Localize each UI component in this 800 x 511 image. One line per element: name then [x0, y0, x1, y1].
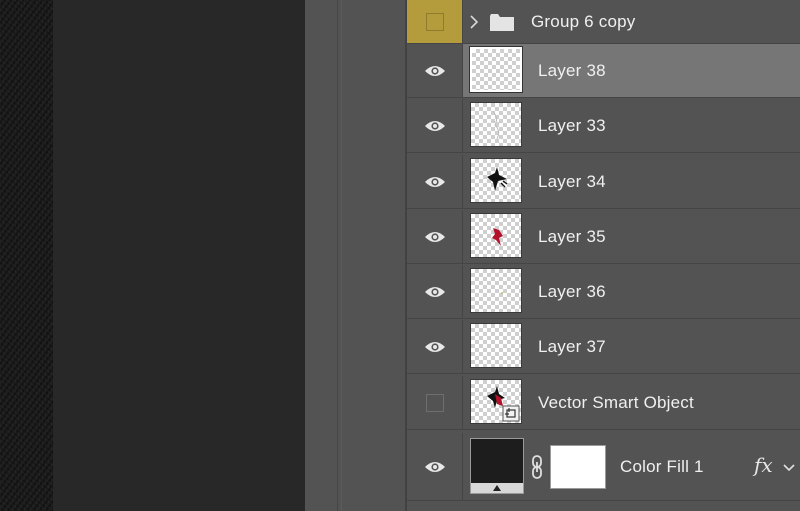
- layer-row[interactable]: Layer 33: [407, 99, 800, 153]
- layer-name: Layer 36: [538, 281, 606, 301]
- chain-link-icon[interactable]: [531, 455, 543, 484]
- layer-name: Layer 35: [538, 226, 606, 246]
- eye-icon: [424, 340, 446, 354]
- visibility-off-box: [425, 393, 444, 412]
- group-name: Group 6 copy: [531, 11, 636, 31]
- group-visibility-toggle[interactable]: [407, 0, 463, 43]
- layer-row[interactable]: Layer 38: [407, 44, 800, 98]
- layer-content[interactable]: Layer 34: [463, 155, 800, 208]
- visibility-toggle[interactable]: [407, 265, 463, 318]
- folder-icon: [489, 12, 515, 37]
- group-content[interactable]: Group 6 copy: [463, 0, 800, 43]
- chevron-down-icon[interactable]: [783, 459, 795, 477]
- chevron-right-icon[interactable]: [469, 14, 479, 35]
- layer-group-row[interactable]: Group 6 copy: [407, 0, 800, 44]
- layer-row[interactable]: Layer 37: [407, 320, 800, 374]
- layer-row[interactable]: Layer 35: [407, 210, 800, 264]
- layer-name: Layer 37: [538, 336, 606, 356]
- eye-icon: [424, 175, 446, 189]
- layer-name: Vector Smart Object: [538, 392, 694, 412]
- layer-name: Layer 33: [538, 115, 606, 135]
- visibility-toggle[interactable]: [407, 44, 463, 97]
- layer-name: Color Fill 1: [620, 456, 704, 476]
- layer-content[interactable]: Layer 35: [463, 210, 800, 263]
- layer-thumbnail[interactable]: [470, 268, 522, 313]
- visibility-off-box: [425, 12, 444, 31]
- eye-icon: [424, 119, 446, 133]
- visibility-toggle[interactable]: [407, 376, 463, 429]
- eye-icon: [424, 64, 446, 78]
- fx-icon[interactable]: fx: [754, 453, 773, 477]
- layer-thumbnail[interactable]: [470, 158, 522, 203]
- fill-layer-row[interactable]: Color Fill 1 fx: [407, 433, 800, 501]
- layer-content[interactable]: Layer 36: [463, 265, 800, 318]
- visibility-toggle[interactable]: [407, 433, 463, 500]
- color-fill-thumbnail[interactable]: [470, 438, 524, 494]
- layer-row[interactable]: Vector Smart Object: [407, 376, 800, 430]
- gutter-divider: [341, 0, 342, 511]
- visibility-toggle[interactable]: [407, 155, 463, 208]
- layer-content[interactable]: Vector Smart Object: [463, 376, 800, 429]
- layer-thumbnail[interactable]: [470, 213, 522, 258]
- layers-panel: Group 6 copy Layer 38 Layer 33 Layer 34 …: [405, 0, 800, 511]
- layer-row[interactable]: Layer 34: [407, 155, 800, 209]
- layer-thumbnail[interactable]: [470, 102, 522, 147]
- layer-thumbnail[interactable]: [470, 323, 522, 368]
- layer-name: Layer 34: [538, 171, 606, 191]
- visibility-toggle[interactable]: [407, 320, 463, 373]
- eye-icon: [424, 230, 446, 244]
- layer-content[interactable]: Layer 33: [463, 99, 800, 152]
- canvas-area: [53, 0, 305, 511]
- layer-content[interactable]: Layer 37: [463, 320, 800, 373]
- fill-layer-content[interactable]: Color Fill 1 fx: [463, 433, 800, 500]
- panel-gutter: [305, 0, 405, 511]
- eye-icon: [424, 460, 446, 474]
- layer-name: Layer 38: [538, 60, 606, 80]
- panel-bottom-strip: [407, 501, 800, 511]
- gutter-divider: [337, 0, 338, 511]
- layer-row[interactable]: Layer 36: [407, 265, 800, 319]
- layer-content[interactable]: Layer 38: [463, 44, 800, 97]
- layer-thumbnail[interactable]: [470, 379, 522, 424]
- eye-icon: [424, 285, 446, 299]
- visibility-toggle[interactable]: [407, 210, 463, 263]
- visibility-toggle[interactable]: [407, 99, 463, 152]
- textured-background: [0, 0, 53, 511]
- layer-thumbnail[interactable]: [470, 47, 522, 92]
- layer-mask-thumbnail[interactable]: [550, 445, 606, 489]
- fill-thumbnail-bar: [471, 483, 523, 493]
